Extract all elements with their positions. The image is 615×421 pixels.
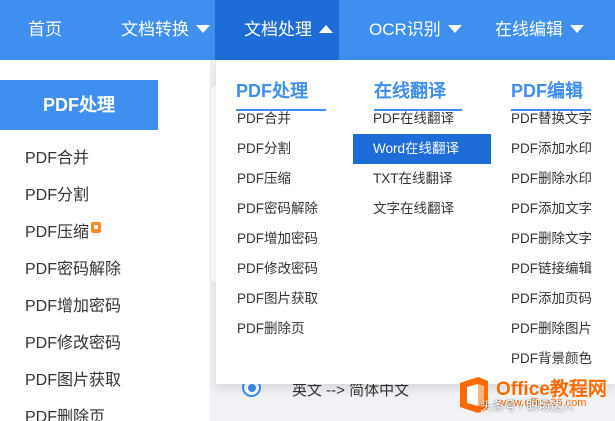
menu-item-pdf-delete-text[interactable]: PDF删除文字	[511, 224, 592, 254]
menu-item-pdf-compress[interactable]: PDF压缩	[237, 164, 291, 194]
process-dropdown-menu: PDF处理 PDF合并 PDF分割 PDF压缩 PDF密码解除 PDF增加密码 …	[216, 60, 615, 384]
menu-item-pdf-change-password[interactable]: PDF修改密码	[237, 254, 318, 284]
menu-item-pdf-replace-text[interactable]: PDF替换文字	[511, 104, 592, 134]
menu-item-pdf-add-page-number[interactable]: PDF添加页码	[511, 284, 592, 314]
sidebar-item-pdf-compress[interactable]: PDF压缩	[25, 222, 102, 244]
sidebar-item-pdf-add-password[interactable]: PDF增加密码	[25, 296, 121, 318]
sidebar-item-pdf-unlock[interactable]: PDF密码解除	[25, 259, 121, 281]
menu-item-pdf-translate[interactable]: PDF在线翻译	[373, 104, 454, 134]
menu-item-pdf-split[interactable]: PDF分割	[237, 134, 291, 164]
menu-item-txt-translate[interactable]: TXT在线翻译	[373, 164, 453, 194]
menu-item-pdf-image-extract[interactable]: PDF图片获取	[237, 284, 318, 314]
nav-ocr-label: OCR识别	[369, 20, 441, 39]
menu-item-pdf-delete-image[interactable]: PDF删除图片	[511, 314, 592, 344]
chevron-down-icon	[570, 25, 584, 34]
sidebar-item-pdf-image-extract[interactable]: PDF图片获取	[25, 370, 121, 392]
top-nav: 首页 文档转换 文档处理 OCR识别 在线编辑	[0, 0, 615, 60]
menu-item-pdf-add-watermark[interactable]: PDF添加水印	[511, 134, 592, 164]
nav-convert-label: 文档转换	[121, 20, 189, 39]
watermark-caption: 头条号 / 职场达人	[480, 399, 575, 413]
chevron-up-icon	[319, 25, 333, 34]
menu-item-pdf-link-edit[interactable]: PDF链接编辑	[511, 254, 592, 284]
sidebar-item-pdf-split[interactable]: PDF分割	[25, 185, 89, 207]
sidebar-item-label: PDF压缩	[25, 224, 90, 241]
sidebar-item-pdf-change-password[interactable]: PDF修改密码	[25, 333, 121, 355]
menu-item-pdf-background-color[interactable]: PDF背景颜色	[511, 344, 592, 374]
sidebar: PDF处理 PDF合并 PDF分割 PDF压缩 PDF密码解除 PDF增加密码 …	[0, 60, 210, 421]
menu-item-pdf-add-password[interactable]: PDF增加密码	[237, 224, 318, 254]
sidebar-item-pdf-merge[interactable]: PDF合并	[25, 148, 89, 170]
nav-process-label: 文档处理	[244, 20, 312, 39]
nav-edit-label: 在线编辑	[495, 20, 563, 39]
chevron-down-icon	[196, 25, 210, 34]
nav-ocr[interactable]: OCR识别	[369, 0, 462, 60]
nav-convert[interactable]: 文档转换	[121, 0, 210, 60]
vip-badge-icon	[91, 222, 102, 234]
nav-edit[interactable]: 在线编辑	[495, 0, 584, 60]
nav-home-label: 首页	[28, 20, 62, 39]
menu-item-pdf-remove-watermark[interactable]: PDF删除水印	[511, 164, 592, 194]
nav-home[interactable]: 首页	[28, 0, 62, 60]
sidebar-item-pdf-delete-page[interactable]: PDF删除页	[25, 407, 105, 421]
nav-process[interactable]: 文档处理	[215, 0, 339, 60]
menu-item-text-translate[interactable]: 文字在线翻译	[373, 194, 454, 224]
menu-item-word-translate[interactable]: Word在线翻译	[353, 134, 491, 164]
sidebar-title: PDF处理	[0, 80, 158, 130]
menu-item-pdf-add-text[interactable]: PDF添加文字	[511, 194, 592, 224]
menu-item-pdf-unlock[interactable]: PDF密码解除	[237, 194, 318, 224]
chevron-down-icon	[447, 25, 462, 34]
menu-item-pdf-merge[interactable]: PDF合并	[237, 104, 291, 134]
menu-item-pdf-delete-page[interactable]: PDF删除页	[237, 314, 305, 344]
